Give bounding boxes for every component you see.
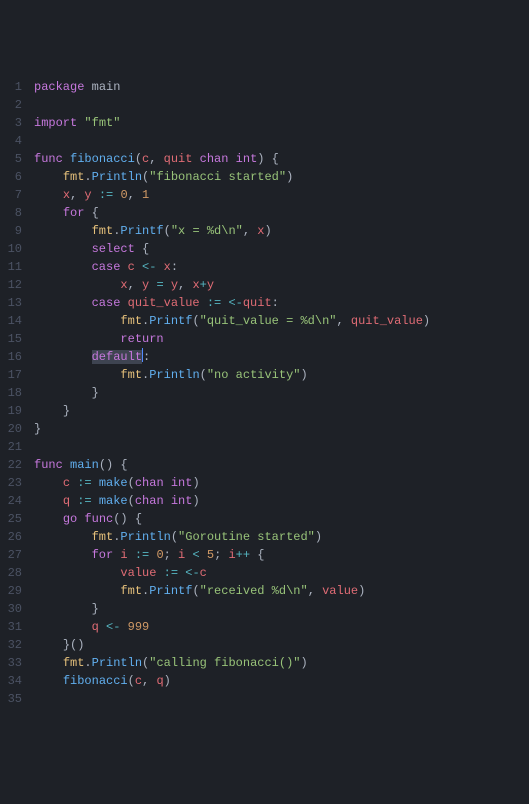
- line-number: 12: [8, 278, 22, 292]
- code-line: [34, 440, 41, 454]
- code-line: x, y = y, x+y: [34, 278, 214, 292]
- line-number: 24: [8, 494, 22, 508]
- code-line: }: [34, 602, 99, 616]
- line-number: 3: [15, 116, 22, 130]
- line-number: 28: [8, 566, 22, 580]
- code-line: }: [34, 386, 99, 400]
- code-line: [34, 692, 41, 706]
- line-number: 27: [8, 548, 22, 562]
- line-number: 15: [8, 332, 22, 346]
- line-number: 19: [8, 404, 22, 418]
- code-line: fmt.Printf("received %d\n", value): [34, 584, 365, 598]
- code-line: }: [34, 404, 70, 418]
- line-number: 14: [8, 314, 22, 328]
- code-line: fmt.Println("fibonacci started"): [34, 170, 293, 184]
- line-number: 11: [8, 260, 22, 274]
- line-number: 29: [8, 584, 22, 598]
- line-number: 6: [15, 170, 22, 184]
- line-number: 18: [8, 386, 22, 400]
- code-line: go func() {: [34, 512, 142, 526]
- line-number: 23: [8, 476, 22, 490]
- line-number: 8: [15, 206, 22, 220]
- code-line: case quit_value := <-quit:: [34, 296, 279, 310]
- line-number: 13: [8, 296, 22, 310]
- code-line: }(): [34, 638, 84, 652]
- line-number: 20: [8, 422, 22, 436]
- line-number: 25: [8, 512, 22, 526]
- line-number-gutter: 1 2 3 4 5 6 7 8 9 10 11 12 13 14 15 16 1…: [0, 72, 32, 714]
- code-line: case c <- x:: [34, 260, 178, 274]
- line-number: 5: [15, 152, 22, 166]
- line-number: 4: [15, 134, 22, 148]
- code-line: default:: [34, 350, 150, 364]
- code-line: fmt.Println("Goroutine started"): [34, 530, 322, 544]
- line-number: 2: [15, 98, 22, 112]
- code-line: fmt.Println("calling fibonacci()"): [34, 656, 308, 670]
- line-number: 26: [8, 530, 22, 544]
- code-line: [34, 98, 41, 112]
- code-line: q <- 999: [34, 620, 149, 634]
- line-number: 31: [8, 620, 22, 634]
- code-editor[interactable]: 1 2 3 4 5 6 7 8 9 10 11 12 13 14 15 16 1…: [0, 72, 529, 714]
- code-line: x, y := 0, 1: [34, 188, 149, 202]
- code-line: [34, 134, 41, 148]
- code-line: value := <-c: [34, 566, 207, 580]
- line-number: 34: [8, 674, 22, 688]
- code-line: func fibonacci(c, quit chan int) {: [34, 152, 279, 166]
- line-number: 10: [8, 242, 22, 256]
- code-line: for {: [34, 206, 99, 220]
- code-line: fmt.Printf("x = %d\n", x): [34, 224, 272, 238]
- code-line: package main: [34, 80, 120, 94]
- code-line: import "fmt": [34, 116, 120, 130]
- code-line: return: [34, 332, 164, 346]
- code-line: c := make(chan int): [34, 476, 200, 490]
- code-area[interactable]: package main import "fmt" func fibonacci…: [32, 72, 430, 714]
- line-number: 7: [15, 188, 22, 202]
- line-number: 22: [8, 458, 22, 472]
- code-line: q := make(chan int): [34, 494, 200, 508]
- line-number: 33: [8, 656, 22, 670]
- line-number: 21: [8, 440, 22, 454]
- line-number: 32: [8, 638, 22, 652]
- line-number: 30: [8, 602, 22, 616]
- line-number: 1: [15, 80, 22, 94]
- code-line: fmt.Printf("quit_value = %d\n", quit_val…: [34, 314, 430, 328]
- line-number: 9: [15, 224, 22, 238]
- line-number: 16: [8, 350, 22, 364]
- line-number: 35: [8, 692, 22, 706]
- code-line: }: [34, 422, 41, 436]
- line-number: 17: [8, 368, 22, 382]
- code-line: fibonacci(c, q): [34, 674, 171, 688]
- code-line: select {: [34, 242, 149, 256]
- code-line: fmt.Println("no activity"): [34, 368, 308, 382]
- code-line: func main() {: [34, 458, 128, 472]
- selected-text: default: [92, 350, 142, 364]
- code-line: for i := 0; i < 5; i++ {: [34, 548, 264, 562]
